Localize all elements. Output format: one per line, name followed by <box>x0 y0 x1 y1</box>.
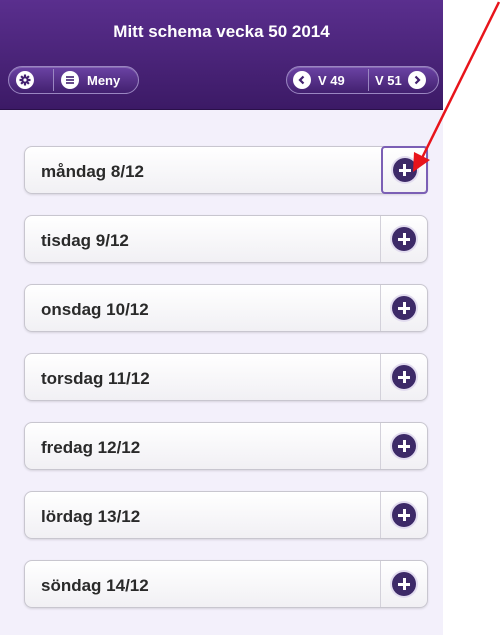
annotation-arrow <box>413 1 500 172</box>
